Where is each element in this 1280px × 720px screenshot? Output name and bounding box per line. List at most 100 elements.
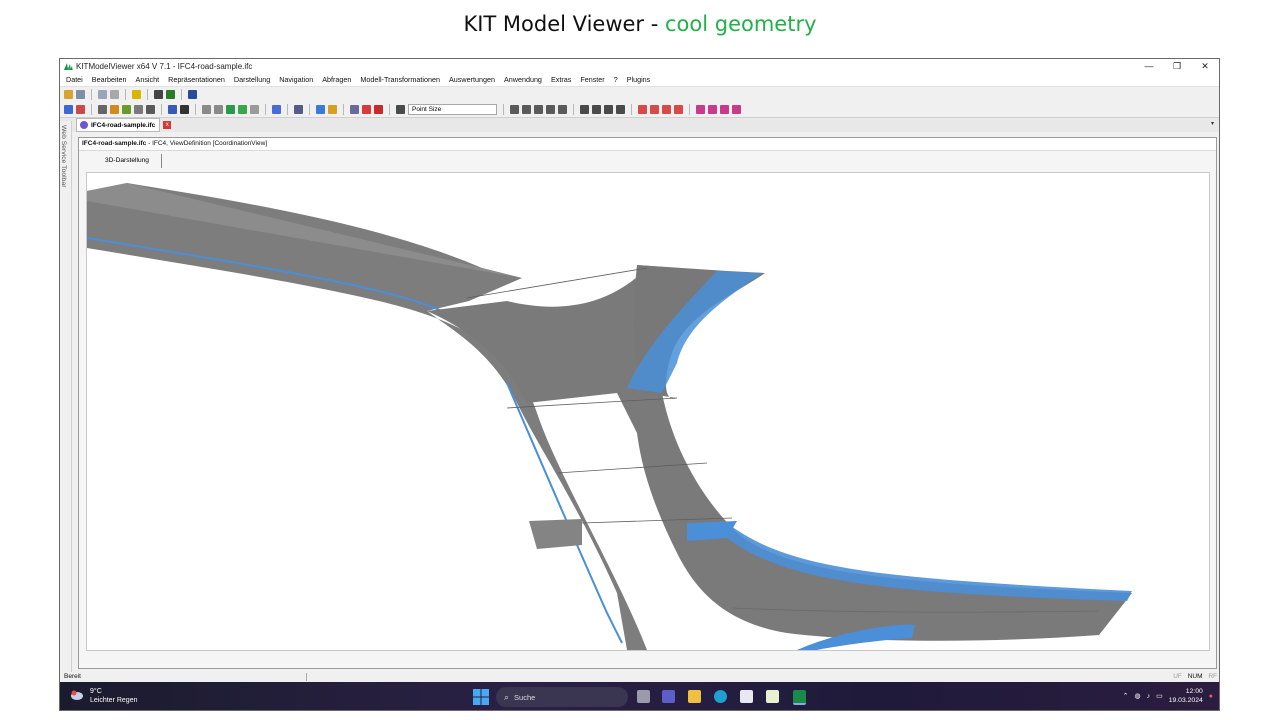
menu-ansicht[interactable]: Ansicht	[136, 75, 160, 84]
document-tab[interactable]: IFC4-road-sample.ifc	[76, 118, 161, 132]
menu-darstellung[interactable]: Darstellung	[234, 75, 270, 84]
model-check-icon[interactable]	[166, 90, 175, 99]
point-size-select[interactable]: Point Size	[408, 104, 497, 115]
notification-bell-icon[interactable]: ●	[1209, 693, 1213, 700]
road-model-render	[87, 183, 1132, 650]
volume-icon[interactable]: ♪	[1147, 693, 1151, 700]
close-tab-button[interactable]: x	[163, 121, 172, 129]
menu-datei[interactable]: Datei	[66, 75, 83, 84]
menu-repraesentationen[interactable]: Repräsentationen	[168, 75, 225, 84]
teams-icon[interactable]	[662, 690, 675, 703]
clip-plane-3-icon[interactable]	[662, 105, 671, 114]
menu-navigation[interactable]: Navigation	[279, 75, 313, 84]
screenshot-icon[interactable]	[396, 105, 405, 114]
wireframe-view-icon[interactable]	[250, 105, 259, 114]
copy-icon[interactable]	[98, 90, 107, 99]
save-icon[interactable]	[76, 90, 85, 99]
restore-button[interactable]: ❐	[1163, 61, 1191, 72]
rotate-down-icon[interactable]	[616, 105, 625, 114]
edge-browser-icon[interactable]	[714, 690, 727, 703]
open-file-icon[interactable]	[64, 90, 73, 99]
menu-bearbeiten[interactable]: Bearbeiten	[92, 75, 127, 84]
taskbar-search[interactable]: ⌕ Suche	[496, 687, 628, 707]
slide-title-accent: cool geometry	[664, 12, 817, 36]
section-box-3-icon[interactable]	[720, 105, 729, 114]
navigation-mode-icon[interactable]	[168, 105, 177, 114]
pan-icon[interactable]	[122, 105, 131, 114]
tab-list-dropdown-icon[interactable]: ▾	[1211, 120, 1214, 127]
minimize-button[interactable]: —	[1135, 61, 1163, 71]
help-icon[interactable]	[132, 90, 141, 99]
explode-icon[interactable]	[374, 105, 383, 114]
fly-icon[interactable]	[134, 105, 143, 114]
paste-icon[interactable]	[110, 90, 119, 99]
rotate-left-icon[interactable]	[580, 105, 589, 114]
task-view-icon[interactable]	[637, 690, 650, 703]
color-icon[interactable]	[328, 105, 337, 114]
clip-plane-2-icon[interactable]	[650, 105, 659, 114]
toolbar-separator	[265, 104, 266, 115]
weather-widget[interactable]: 9°C Leichter Regen	[70, 687, 137, 705]
view-side-icon[interactable]	[214, 105, 223, 114]
windows-start-icon[interactable]	[473, 689, 489, 705]
section-box-1-icon[interactable]	[696, 105, 705, 114]
zoom-selection-icon[interactable]	[76, 105, 85, 114]
search-icon: ⌕	[504, 691, 510, 702]
move-left-icon[interactable]	[510, 105, 519, 114]
person-icon[interactable]	[180, 105, 189, 114]
move-up-icon[interactable]	[534, 105, 543, 114]
toolbar-separator	[91, 104, 92, 115]
clock[interactable]: 12:00 19.03.2024	[1169, 687, 1203, 705]
shaded-view-icon[interactable]	[238, 105, 247, 114]
menu-plugins[interactable]: Plugins	[627, 75, 651, 84]
zoom-all-icon[interactable]	[64, 105, 73, 114]
target-icon[interactable]	[362, 105, 371, 114]
move-right-icon[interactable]	[522, 105, 531, 114]
measure-icon[interactable]	[350, 105, 359, 114]
select-cursor-icon[interactable]	[98, 105, 107, 114]
taskbar: 9°C Leichter Regen ⌕ Suche ⌃ ◍ ♪ ▭ 12:00…	[60, 682, 1219, 710]
weather-temp: 9°C	[90, 688, 102, 695]
menu-anwendung[interactable]: Anwendung	[504, 75, 542, 84]
document-panel: IFC4-road-sample.ifc - IFC4, ViewDefinit…	[78, 137, 1217, 669]
rotate-up-icon[interactable]	[604, 105, 613, 114]
menu-abfragen[interactable]: Abfragen	[322, 75, 351, 84]
notepad-icon[interactable]	[766, 690, 779, 703]
view-front-icon[interactable]	[202, 105, 211, 114]
tool-icon[interactable]	[154, 90, 163, 99]
menu-modell-transformationen[interactable]: Modell-Transformationen	[360, 75, 440, 84]
menu-auswertungen[interactable]: Auswertungen	[449, 75, 495, 84]
file-explorer-icon[interactable]	[688, 690, 701, 703]
clip-plane-1-icon[interactable]	[638, 105, 647, 114]
walk-icon[interactable]	[146, 105, 155, 114]
web-service-toolbar[interactable]: Web Service Toolbar	[60, 121, 72, 706]
close-button[interactable]: ✕	[1191, 61, 1219, 72]
clip-plane-4-icon[interactable]	[674, 105, 683, 114]
road-marking-left-2	[506, 382, 623, 644]
kit-model-viewer-taskbar-icon[interactable]	[793, 690, 806, 705]
layout-icon[interactable]	[188, 90, 197, 99]
move-down-icon[interactable]	[546, 105, 555, 114]
rotate-icon[interactable]	[110, 105, 119, 114]
view-iso-icon[interactable]	[226, 105, 235, 114]
menu-help[interactable]: ?	[614, 75, 618, 84]
axis-icon[interactable]	[272, 105, 281, 114]
battery-icon[interactable]: ▭	[1156, 692, 1163, 700]
store-icon[interactable]	[740, 690, 753, 703]
menu-fenster[interactable]: Fenster	[580, 75, 604, 84]
move-forward-icon[interactable]	[558, 105, 567, 114]
tray-chevron-up-icon[interactable]: ⌃	[1123, 692, 1129, 700]
menu-extras[interactable]: Extras	[551, 75, 571, 84]
table-icon[interactable]	[294, 105, 303, 114]
section-box-2-icon[interactable]	[708, 105, 717, 114]
status-num: NUM	[1187, 673, 1203, 680]
toolbar-separator	[343, 104, 344, 115]
toolbar-separator	[503, 104, 504, 115]
network-icon[interactable]: ◍	[1135, 692, 1141, 700]
tab-3d-darstellung[interactable]: 3D-Darstellung	[93, 154, 162, 168]
rotate-right-icon[interactable]	[592, 105, 601, 114]
section-box-4-icon[interactable]	[732, 105, 741, 114]
3d-viewport[interactable]	[86, 172, 1210, 651]
weather-desc: Leichter Regen	[90, 697, 138, 704]
snowflake-icon[interactable]	[316, 105, 325, 114]
